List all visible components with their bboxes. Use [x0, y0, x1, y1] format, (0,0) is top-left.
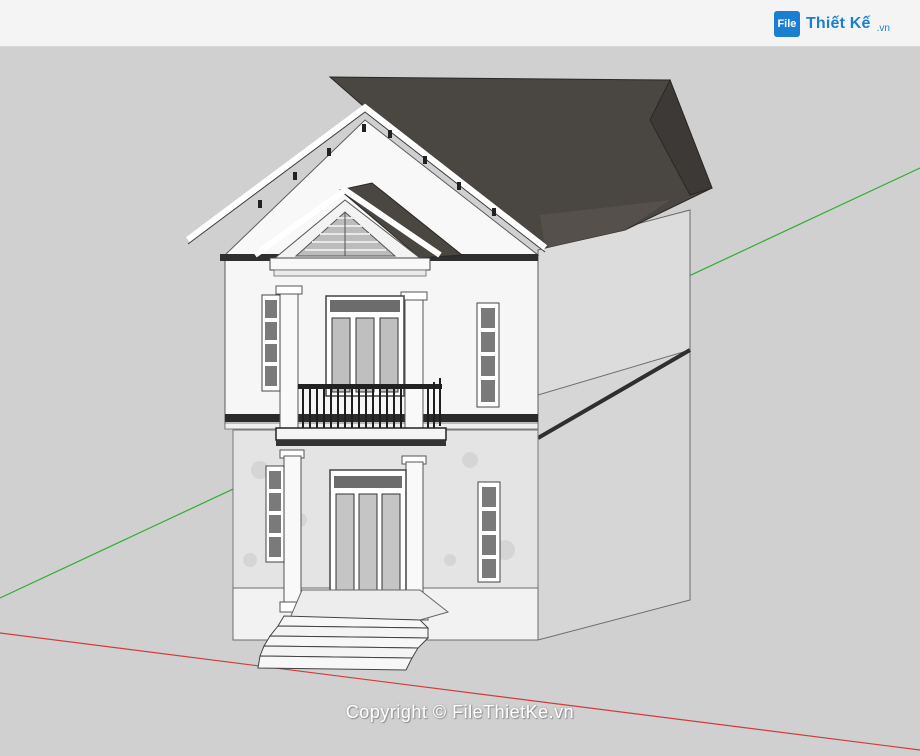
brand-logo[interactable]: File Thiết Kế .vn: [773, 10, 890, 38]
model-viewport[interactable]: [0, 47, 920, 756]
lower-door-transom: [334, 476, 402, 488]
balcony-floor-slab: [275, 427, 447, 441]
upper-column-left: [279, 287, 299, 431]
logo-suffix: .vn: [876, 22, 890, 34]
step-5: [257, 655, 413, 671]
lower-door-panels: [335, 493, 401, 591]
copyright-watermark: Copyright © FileThietKe.vn: [345, 702, 575, 722]
top-bar: File Thiết Kế .vn: [0, 0, 920, 47]
middle-belt: [225, 414, 538, 422]
upper-door-panels: [331, 317, 399, 393]
porch-floor: [289, 589, 450, 621]
dormer-beam: [269, 257, 431, 271]
balcony-slab-shadow: [276, 440, 446, 446]
red-axis-line: [0, 632, 920, 751]
upper-column-left-cap: [275, 285, 303, 295]
lower-column-left: [283, 455, 302, 607]
upper-column-right: [404, 295, 424, 431]
house-model-render: [0, 76, 920, 751]
dormer-beam-top: [273, 269, 427, 277]
upper-door-transom: [330, 300, 400, 312]
filethietke-logo-icon: File: [773, 11, 800, 37]
logo-name: Thiết Kế: [805, 15, 871, 32]
balcony-top-rail: [298, 384, 442, 389]
upper-column-right-cap: [400, 291, 428, 301]
